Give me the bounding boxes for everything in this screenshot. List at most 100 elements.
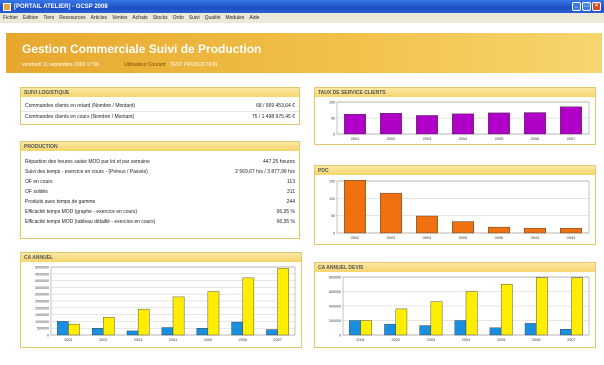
menu-stocks[interactable]: Stocks bbox=[153, 15, 168, 21]
current-user-label: Utilisateur Courant bbox=[124, 62, 166, 68]
y-tick-label: 150 bbox=[329, 180, 335, 184]
ca-annuel-chart: 5000000450000040000003500000300000025000… bbox=[35, 266, 296, 342]
kpi-label: OF en cours bbox=[25, 179, 53, 185]
menu-fichier[interactable]: Fichier bbox=[3, 15, 18, 21]
maximize-button[interactable]: □ bbox=[582, 2, 591, 11]
kpi-row[interactable]: Commandes clients en cours (Nombre / Mon… bbox=[21, 111, 299, 121]
bar bbox=[161, 327, 174, 336]
dashboard-header: Gestion Commerciale Suivi de Production … bbox=[6, 33, 602, 73]
menu-modules[interactable]: Modules bbox=[225, 15, 244, 21]
x-tick-label: 0944 bbox=[567, 236, 575, 240]
x-tick-label: 2004 bbox=[459, 137, 467, 141]
menu-edition[interactable]: Edition bbox=[23, 15, 38, 21]
bar bbox=[487, 226, 510, 234]
kpi-value: 311 bbox=[287, 189, 295, 195]
menu-ressources[interactable]: Ressources bbox=[59, 15, 85, 21]
minimize-button[interactable]: _ bbox=[572, 2, 581, 11]
bar bbox=[360, 320, 373, 336]
panel-title: Production bbox=[21, 142, 299, 151]
menu-aide[interactable]: Aide bbox=[249, 15, 259, 21]
kpi-label: Commandes clients en retard (Nombre / Mo… bbox=[25, 103, 136, 109]
x-tick-label: 0903 bbox=[387, 236, 395, 240]
bar bbox=[57, 321, 69, 336]
y-tick-label: 3000000 bbox=[35, 293, 49, 297]
kpi-row[interactable]: Répartion des heures saisie MOD par lot … bbox=[21, 157, 299, 167]
menu-achats[interactable]: Achats bbox=[132, 15, 147, 21]
menu-articles[interactable]: Articles bbox=[91, 15, 107, 21]
bar bbox=[451, 113, 474, 135]
bar bbox=[384, 323, 396, 336]
kpi-label: Produits avec temps de gamme bbox=[25, 199, 96, 205]
kpi-value: 66,35 % bbox=[276, 209, 295, 215]
pdc-panel: PDC 150 100 50 0 0902 0903 0904 0905 0906 0943 094… bbox=[314, 165, 596, 245]
x-tick-label: 2003 bbox=[427, 338, 435, 342]
x-tick-label: 2006 bbox=[531, 137, 539, 141]
y-tick-label: 200000 bbox=[329, 319, 341, 323]
kpi-label: Commandes clients en cours (Nombre / Mon… bbox=[25, 113, 135, 120]
bar bbox=[559, 329, 572, 336]
kpi-label: Suivi des temps - exercice en cours - (P… bbox=[25, 169, 148, 175]
menu-ordo[interactable]: Ordo bbox=[173, 15, 184, 21]
taux-service-panel: Taux de Service Clients 100 50 0 2001 2002 20… bbox=[314, 87, 596, 145]
bar bbox=[523, 227, 546, 234]
bar bbox=[379, 192, 402, 234]
kpi-value: 447,25 heures bbox=[263, 159, 295, 165]
app-icon bbox=[3, 2, 11, 11]
kpi-label: Répartion des heures saisie MOD par lot … bbox=[25, 159, 150, 165]
taux-service-chart: 100 50 0 2001 2002 2003 2004 2005 2006 2007 bbox=[329, 101, 590, 141]
kpi-row[interactable]: Commandes clients en retard (Nombre / Mo… bbox=[21, 101, 299, 111]
kpi-row[interactable]: Efficacité temps MOD (tableau détaillé -… bbox=[21, 217, 299, 227]
x-tick-label: 2001 bbox=[356, 338, 364, 342]
bar bbox=[277, 268, 289, 336]
y-tick-label: 1000000 bbox=[35, 320, 49, 324]
panel-title: Taux de Service Clients bbox=[315, 88, 595, 97]
bar bbox=[344, 113, 367, 135]
panel-title: PDC bbox=[315, 166, 595, 175]
bar bbox=[487, 112, 510, 135]
y-tick-label: 1500000 bbox=[35, 313, 49, 317]
ca-devis-panel: CA Annuel Devis 800000 600000 400000 200000… bbox=[314, 262, 596, 348]
bar bbox=[523, 112, 546, 135]
x-tick-label: 0904 bbox=[423, 236, 431, 240]
bar bbox=[536, 277, 548, 336]
kpi-label: Efficacité temps MOD (tableau détaillé -… bbox=[25, 219, 156, 225]
panel-title: CA Annuel bbox=[21, 253, 301, 262]
x-tick-label: 2007 bbox=[273, 338, 281, 342]
y-tick-label: 50 bbox=[331, 117, 335, 121]
menu-suivi[interactable]: Suivi bbox=[189, 15, 200, 21]
header-subtitle: vendredi 11 septembre 2009 17:06 Utilisa… bbox=[22, 62, 217, 68]
kpi-row[interactable]: Suivi des temps - exercice en cours - (P… bbox=[21, 167, 299, 177]
x-tick-label: 2006 bbox=[238, 338, 246, 342]
bar bbox=[415, 115, 438, 135]
kpi-row[interactable]: Efficacité temps MOD (graphe - exercice … bbox=[21, 207, 299, 217]
kpi-row[interactable]: OF soldés 311 bbox=[21, 187, 299, 197]
x-tick-label: 2007 bbox=[567, 338, 575, 342]
y-tick-label: 4500000 bbox=[35, 272, 49, 276]
x-tick-label: 2005 bbox=[497, 338, 505, 342]
x-tick-label: 2001 bbox=[64, 338, 72, 342]
kpi-row[interactable]: OF en cours 113 bbox=[21, 177, 299, 187]
menu-ventes[interactable]: Ventes bbox=[112, 15, 127, 21]
production-panel: Production Répartion des heures saisie M… bbox=[20, 141, 300, 239]
x-tick-label: 2004 bbox=[462, 338, 470, 342]
x-tick-label: 2007 bbox=[567, 137, 575, 141]
bar bbox=[91, 327, 104, 336]
x-tick-label: 0905 bbox=[459, 236, 467, 240]
menu-tiers[interactable]: Tiers bbox=[43, 15, 54, 21]
kpi-value: 66,35 % bbox=[276, 219, 295, 225]
ca-devis-chart: 800000 600000 400000 200000 0 2001 2002 2003 200… bbox=[329, 276, 590, 342]
y-tick-label: 2000000 bbox=[35, 306, 49, 310]
x-tick-label: 2005 bbox=[204, 338, 212, 342]
bar bbox=[344, 180, 367, 234]
bar bbox=[419, 325, 432, 336]
y-tick-label: 100 bbox=[329, 197, 335, 201]
y-tick-label: 0 bbox=[333, 133, 335, 137]
kpi-row[interactable]: Produits avec temps de gamme 244 bbox=[21, 197, 299, 207]
bar bbox=[68, 323, 80, 336]
panel-title: Suivi Logistique bbox=[21, 88, 299, 97]
x-tick-label: 2002 bbox=[387, 137, 395, 141]
y-tick-label: 100 bbox=[329, 101, 335, 105]
bar bbox=[266, 329, 278, 336]
close-button[interactable]: × bbox=[592, 2, 601, 11]
menu-qualite[interactable]: Qualité bbox=[205, 15, 221, 21]
